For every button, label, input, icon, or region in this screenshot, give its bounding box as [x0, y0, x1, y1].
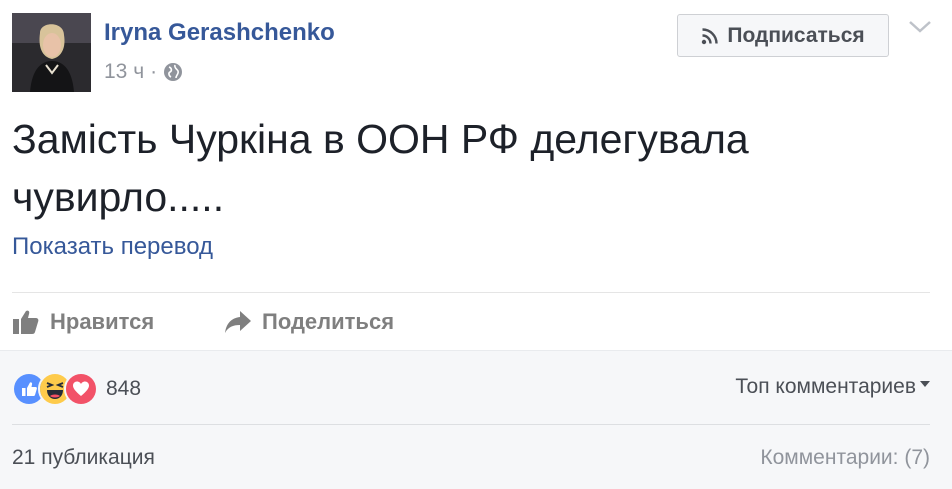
like-button[interactable]: Нравится: [12, 304, 154, 340]
author-avatar[interactable]: [12, 13, 91, 92]
share-button[interactable]: Поделиться: [224, 304, 394, 340]
top-comments-label: Топ комментариев: [735, 375, 916, 398]
divider: [12, 292, 930, 293]
author-name[interactable]: Iryna Gerashchenko: [104, 19, 335, 47]
shares-count-link[interactable]: 21 публикация: [12, 446, 155, 470]
post-meta: 13 ч ·: [104, 60, 183, 84]
love-icon: [64, 372, 98, 406]
subscribe-label: Подписаться: [727, 23, 865, 47]
chevron-down-icon[interactable]: [906, 16, 934, 38]
comments-count-link[interactable]: Комментарии: (7): [760, 446, 930, 470]
reaction-count[interactable]: 848: [106, 377, 141, 401]
post-text: Замість Чуркіна в ООН РФ делегувала чуви…: [12, 116, 749, 220]
share-arrow-icon: [225, 311, 251, 333]
show-translation-link[interactable]: Показать перевод: [12, 233, 213, 261]
top-comments-dropdown[interactable]: Топ комментариев: [735, 375, 930, 399]
rss-icon: [702, 27, 719, 44]
thumbs-up-icon: [13, 310, 39, 334]
globe-icon[interactable]: [163, 62, 183, 82]
divider: [12, 424, 930, 425]
like-label: Нравится: [50, 309, 155, 334]
reactions-summary[interactable]: 848: [12, 372, 141, 406]
subscribe-button[interactable]: Подписаться: [677, 14, 889, 57]
caret-down-icon: [920, 381, 930, 387]
share-label: Поделиться: [262, 309, 395, 334]
post-header-area: Iryna Gerashchenko 13 ч · Подписаться За…: [0, 0, 952, 350]
post-timestamp[interactable]: 13 ч: [104, 60, 144, 84]
avatar-photo: [12, 13, 91, 92]
meta-separator: ·: [150, 60, 158, 83]
